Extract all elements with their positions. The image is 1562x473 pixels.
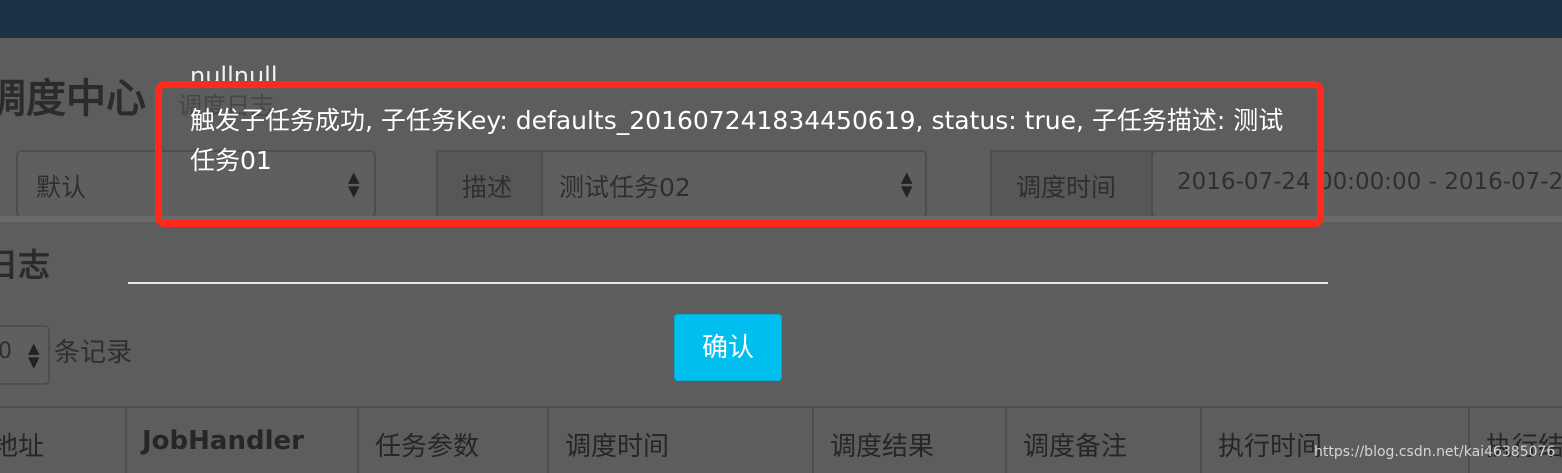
column-divider <box>357 408 359 473</box>
column-header-jobhandler[interactable]: JobHandler <box>142 426 304 456</box>
confirm-button[interactable]: 确认 <box>674 314 782 381</box>
page-title: 调度中心 <box>0 76 146 122</box>
column-header-trigger-note[interactable]: 调度备注 <box>1023 426 1127 463</box>
column-header-trigger-result[interactable]: 调度结果 <box>830 426 934 463</box>
top-navbar <box>0 0 1562 38</box>
column-divider <box>812 408 814 473</box>
modal-divider <box>128 282 1328 284</box>
column-divider <box>1005 408 1007 473</box>
group-select-value: 默认 <box>36 173 87 202</box>
highlight-annotation-box <box>155 81 1324 227</box>
log-section-title: 日志 <box>0 246 51 284</box>
watermark-text: https://blog.csdn.net/kai46385076 <box>1314 444 1556 460</box>
select-arrows-icon: ▲ ▼ <box>28 339 40 371</box>
log-table-header: 地址 JobHandler 任务参数 调度时间 调度结果 调度备注 执行时间 执… <box>0 406 1562 473</box>
column-divider <box>1468 408 1470 473</box>
column-header-params[interactable]: 任务参数 <box>375 426 479 463</box>
column-header-handle-time[interactable]: 执行时间 <box>1218 426 1322 463</box>
column-divider <box>125 408 127 473</box>
column-header-address[interactable]: 地址 <box>0 426 44 463</box>
column-header-trigger-time[interactable]: 调度时间 <box>565 426 669 463</box>
records-label: 条记录 <box>54 338 133 368</box>
page-size-select[interactable]: 0 ▲ ▼ <box>0 325 50 385</box>
column-divider <box>547 408 549 473</box>
column-divider <box>1200 408 1202 473</box>
page-size-value: 0 <box>0 339 12 364</box>
